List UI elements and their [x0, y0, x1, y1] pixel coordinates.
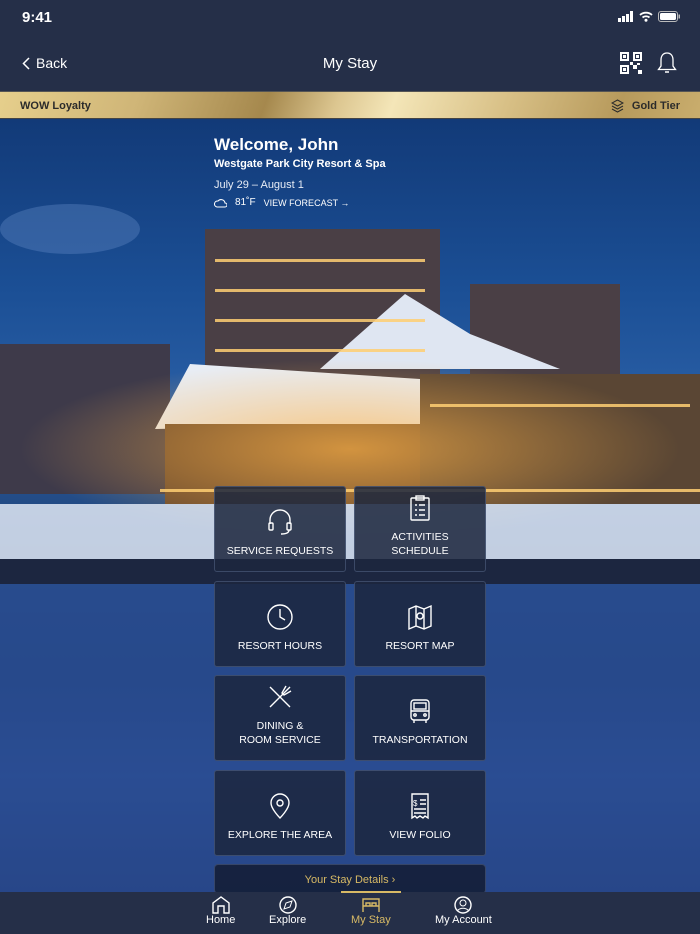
- temperature: 81˚F: [235, 197, 256, 208]
- welcome-section: Welcome, John Westgate Park City Resort …: [214, 135, 386, 208]
- resort-name: Westgate Park City Resort & Spa: [214, 158, 386, 170]
- tile-dining-room-service[interactable]: DINING & ROOM SERVICE: [214, 675, 346, 761]
- tile-view-folio[interactable]: $ VIEW FOLIO: [354, 770, 486, 856]
- page-title: My Stay: [322, 55, 378, 72]
- tile-resort-map[interactable]: RESORT MAP: [354, 581, 486, 667]
- tile-label: SERVICE REQUESTS: [226, 545, 334, 557]
- tab-label: Explore: [269, 914, 307, 926]
- tier-label: Gold Tier: [631, 100, 680, 112]
- user-icon: [454, 896, 473, 914]
- home-icon: [211, 896, 230, 914]
- tab-my-stay[interactable]: My Stay: [341, 891, 401, 926]
- loyalty-tier: Gold Tier: [610, 99, 680, 113]
- bell-icon[interactable]: [657, 51, 677, 75]
- loyalty-program: WOW Loyalty: [20, 100, 91, 112]
- location-pin-icon: [270, 793, 290, 819]
- signal-icon: [618, 11, 633, 22]
- qr-code-icon[interactable]: [620, 52, 642, 74]
- battery-icon: [658, 11, 680, 22]
- map-icon: [408, 604, 432, 631]
- tab-label: Home: [206, 914, 236, 926]
- tab-label: My Account: [435, 914, 492, 926]
- status-bar: 9:41: [0, 0, 700, 36]
- utensils-icon: [269, 685, 292, 708]
- layers-icon: [610, 99, 624, 113]
- status-icons: [618, 11, 680, 22]
- tile-activities-schedule[interactable]: ACTIVITIES SCHEDULE: [354, 486, 486, 572]
- tile-label: VIEW FOLIO: [389, 829, 451, 841]
- tile-label: DINING & ROOM SERVICE: [239, 720, 321, 746]
- bed-icon: [362, 898, 380, 912]
- resort-building-illustration: [0, 204, 700, 892]
- tab-explore[interactable]: Explore: [269, 896, 306, 926]
- svg-text:$: $: [413, 799, 418, 808]
- cloud-icon: [214, 199, 227, 208]
- loyalty-banner[interactable]: WOW Loyalty Gold Tier: [0, 91, 700, 119]
- tile-explore-the-area[interactable]: EXPLORE THE AREA: [214, 770, 346, 856]
- clipboard-icon: [410, 495, 430, 521]
- stay-dates: July 29 – August 1: [214, 179, 304, 191]
- headset-icon: [268, 509, 292, 535]
- your-stay-details-button[interactable]: Your Stay Details ›: [214, 864, 486, 894]
- top-nav: Back My Stay: [0, 36, 700, 91]
- weather: 81˚F VIEW FORECAST →: [214, 197, 386, 208]
- tile-transportation[interactable]: TRANSPORTATION: [354, 675, 486, 761]
- view-forecast-link[interactable]: VIEW FORECAST →: [264, 198, 350, 208]
- wifi-icon: [639, 11, 653, 22]
- tile-label: RESORT MAP: [385, 640, 455, 652]
- compass-icon: [278, 896, 297, 914]
- tile-label: RESORT HOURS: [237, 640, 323, 652]
- tab-my-account[interactable]: My Account: [435, 896, 492, 926]
- receipt-icon: $: [411, 793, 429, 820]
- resort-hero-image: [0, 119, 700, 892]
- tile-resort-hours[interactable]: RESORT HOURS: [214, 581, 346, 667]
- clock-icon: [267, 604, 293, 630]
- status-time: 9:41: [22, 9, 53, 26]
- tile-label: TRANSPORTATION: [372, 734, 468, 746]
- tile-label: EXPLORE THE AREA: [227, 829, 333, 841]
- tab-bar: Home Explore My Stay My Account: [0, 891, 700, 934]
- tab-label: My Stay: [351, 914, 391, 926]
- tile-service-requests[interactable]: SERVICE REQUESTS: [214, 486, 346, 572]
- bus-icon: [410, 699, 430, 723]
- tab-home[interactable]: Home: [206, 896, 235, 926]
- tile-label: ACTIVITIES SCHEDULE: [391, 531, 449, 557]
- welcome-greeting: Welcome, John: [214, 135, 339, 154]
